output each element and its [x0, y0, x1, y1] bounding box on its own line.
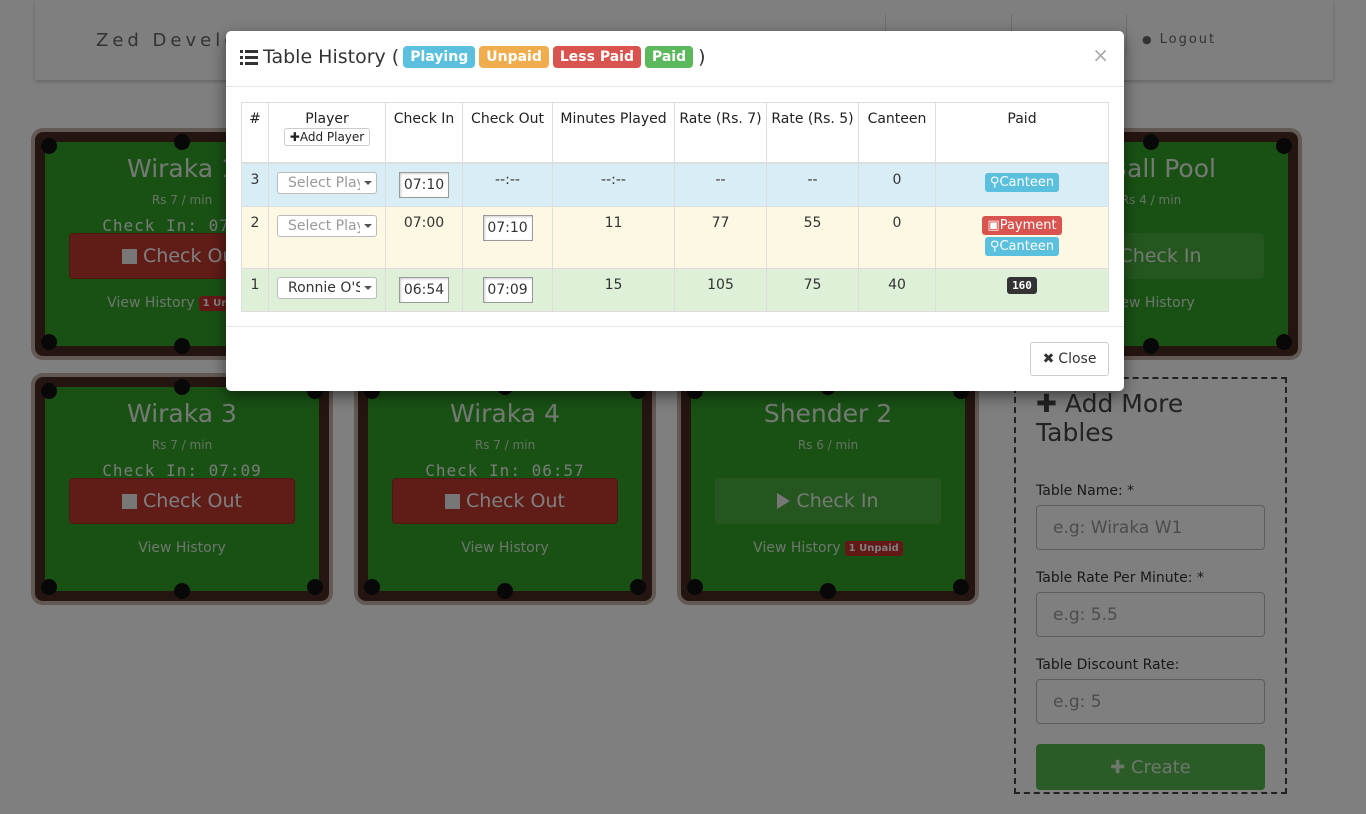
player-header-label: Player [305, 111, 349, 127]
check-out-input[interactable]: 07:09 [482, 276, 533, 303]
check-in-input[interactable]: 06:54 [399, 276, 449, 303]
col-header-rate5: Rate (Rs. 5) [766, 102, 859, 163]
paid-cell: ⚲Canteen [935, 162, 1109, 207]
canteen-value: 0 [858, 162, 936, 207]
player-cell: Ronnie O'Sullivan [268, 267, 386, 312]
table-history-modal: Table History ( Playing Unpaid Less Paid… [226, 31, 1124, 391]
player-select[interactable]: Select Player [277, 214, 377, 237]
legend-less-paid-badge: Less Paid [552, 46, 641, 68]
canteen-label: Canteen [999, 174, 1055, 190]
add-player-label: Add Player [299, 130, 365, 144]
check-out-input[interactable]: 07:10 [482, 214, 533, 241]
col-header-canteen: Canteen [858, 102, 936, 163]
close-icon: ✖ [1042, 351, 1055, 367]
col-header-check-in: Check In [385, 102, 463, 163]
player-select-value: Select Player [288, 174, 360, 191]
check-out-cell: 07:10 [462, 205, 553, 269]
row-number: 2 [241, 205, 269, 269]
modal-header: Table History ( Playing Unpaid Less Paid… [226, 31, 1124, 87]
table-row: 3 Select Player 07:10 --:-- --:-- -- -- … [241, 162, 1109, 207]
money-icon: ▣ [987, 217, 1000, 233]
modal-body: # Player ✚Add Player Check In Check Out M… [226, 87, 1124, 327]
payment-label: Payment [999, 217, 1057, 233]
player-cell: Select Player [268, 162, 386, 207]
canteen-value: 40 [858, 267, 936, 312]
rate5-value: 75 [766, 267, 859, 312]
col-header-paid: Paid [935, 102, 1109, 163]
payment-button[interactable]: ▣Payment [982, 215, 1062, 235]
minutes-value: 15 [552, 267, 675, 312]
modal-title-end: ) [698, 46, 706, 68]
row-number: 1 [241, 267, 269, 312]
canteen-value: 0 [858, 205, 936, 269]
col-header-minutes: Minutes Played [552, 102, 675, 163]
modal-footer: ✖ Close [226, 326, 1124, 391]
modal-title: Table History ( Playing Unpaid Less Paid… [240, 46, 706, 68]
caret-down-icon [364, 285, 372, 290]
table-header-row: # Player ✚Add Player Check In Check Out M… [241, 102, 1109, 163]
caret-down-icon [364, 180, 372, 185]
check-out-value: --:-- [462, 162, 553, 207]
legend-paid-badge: Paid [644, 46, 694, 68]
caret-down-icon [364, 223, 372, 228]
canteen-button[interactable]: ⚲Canteen [984, 236, 1060, 256]
player-select[interactable]: Ronnie O'Sullivan [277, 276, 377, 299]
close-icon[interactable]: × [1092, 43, 1109, 67]
rate5-value: 55 [766, 205, 859, 269]
check-in-cell: 06:54 [385, 267, 463, 312]
modal-title-text: Table History ( [263, 46, 400, 68]
minutes-value: 11 [552, 205, 675, 269]
row-number: 3 [241, 162, 269, 207]
table-row: 1 Ronnie O'Sullivan 06:54 07:09 15 105 7… [241, 267, 1109, 312]
rate7-value: -- [674, 162, 767, 207]
table-row: 2 Select Player 07:00 07:10 11 77 55 0 ▣… [241, 205, 1109, 269]
check-out-cell: 07:09 [462, 267, 553, 312]
canteen-label: Canteen [999, 238, 1055, 254]
minutes-value: --:-- [552, 162, 675, 207]
player-cell: Select Player [268, 205, 386, 269]
check-in-input[interactable]: 07:10 [399, 171, 449, 198]
check-in-value: 07:00 [385, 205, 463, 269]
plus-icon: ✚ [289, 130, 300, 144]
rate5-value: -- [766, 162, 859, 207]
col-header-rate7: Rate (Rs. 7) [674, 102, 767, 163]
paid-cell: 160 [935, 267, 1109, 312]
close-button-label: Close [1058, 351, 1097, 367]
history-table: # Player ✚Add Player Check In Check Out M… [241, 102, 1109, 312]
check-in-cell: 07:10 [385, 162, 463, 207]
canteen-button[interactable]: ⚲Canteen [984, 172, 1060, 192]
total-paid-badge: 160 [1007, 276, 1037, 294]
close-button[interactable]: ✖ Close [1030, 342, 1109, 376]
player-select-value: Ronnie O'Sullivan [288, 279, 360, 296]
col-header-num: # [241, 102, 269, 163]
list-icon [240, 49, 258, 65]
player-select[interactable]: Select Player [277, 171, 377, 194]
legend-playing-badge: Playing [403, 46, 476, 68]
col-header-player: Player ✚Add Player [268, 102, 386, 163]
add-player-button[interactable]: ✚Add Player [283, 128, 371, 146]
paid-cell: ▣Payment ⚲Canteen [935, 205, 1109, 269]
col-header-check-out: Check Out [462, 102, 553, 163]
rate7-value: 77 [674, 205, 767, 269]
legend-unpaid-badge: Unpaid [479, 46, 549, 68]
player-select-value: Select Player [288, 217, 360, 234]
rate7-value: 105 [674, 267, 767, 312]
